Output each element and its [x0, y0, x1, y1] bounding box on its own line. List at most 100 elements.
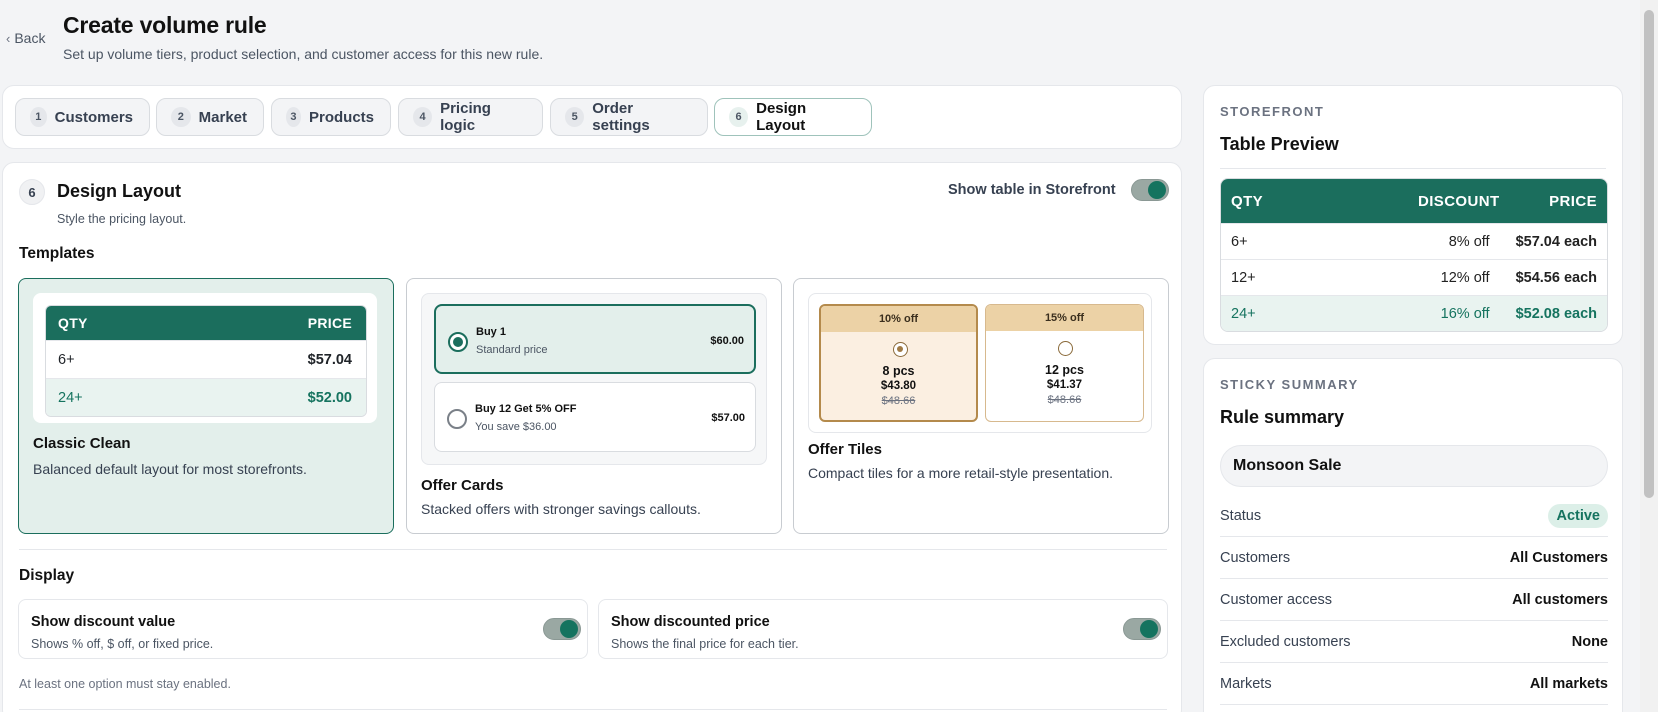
- template-classic-clean[interactable]: QTY PRICE 6+ $57.04 24+ $52.00 Classic C…: [18, 278, 394, 534]
- summary-key: Customer access: [1220, 591, 1333, 608]
- tile-original-price: $48.66: [1047, 394, 1082, 406]
- offer-tile: 15% off 12 pcs $41.37 $48.66: [985, 304, 1144, 422]
- qty-cell: 6+: [58, 351, 75, 368]
- template-description: Stacked offers with stronger savings cal…: [421, 501, 701, 517]
- page-subtitle: Set up volume tiers, product selection, …: [63, 46, 544, 62]
- price-cell: $57.04: [307, 351, 352, 368]
- tile-price: $43.80: [880, 380, 917, 392]
- summary-row-customer-access: Customer access All customers: [1220, 579, 1608, 621]
- scrollbar-thumb[interactable]: [1644, 10, 1654, 498]
- tile-quantity: 12 pcs: [1045, 363, 1084, 377]
- classic-preview: QTY PRICE 6+ $57.04 24+ $52.00: [33, 293, 377, 423]
- tab-number: 2: [171, 107, 191, 127]
- tile-original-price: $48.66: [881, 395, 916, 407]
- tab-number: 1: [30, 107, 47, 127]
- offer-subtitle: You save $36.00: [475, 421, 557, 433]
- qty-cell: 24+: [58, 389, 83, 406]
- summary-row-customers: Customers All Customers: [1220, 537, 1608, 579]
- tab-pricing-logic[interactable]: 4 Pricing logic: [398, 98, 543, 136]
- summary-row-status: Status Active: [1220, 495, 1608, 537]
- tab-customers[interactable]: 1 Customers: [15, 98, 150, 136]
- display-heading: Display: [19, 567, 75, 584]
- back-link[interactable]: ‹ Back: [6, 30, 45, 46]
- offer-price: $60.00: [710, 335, 744, 347]
- page-scrollbar[interactable]: [1640, 0, 1658, 712]
- show-discount-value-option: Show discount value Shows % off, $ off, …: [18, 599, 588, 659]
- template-name: Offer Cards: [421, 477, 504, 494]
- show-discount-value-toggle[interactable]: [543, 618, 581, 640]
- page-header: ‹ Back Create volume rule Set up volume …: [0, 0, 1640, 82]
- option-description: Shows the final price for each tier.: [611, 637, 799, 651]
- summary-kicker: STICKY SUMMARY: [1220, 377, 1359, 392]
- preview-kicker: STOREFRONT: [1220, 104, 1325, 119]
- toggle-knob: [1148, 181, 1166, 199]
- preview-table: QTY DISCOUNT PRICE 6+ 8% off $57.04 each…: [1220, 178, 1608, 332]
- offer-subtitle: Standard price: [476, 344, 548, 356]
- tab-number: 4: [413, 107, 433, 127]
- price-cell: $57.04 each: [1515, 233, 1597, 250]
- qty-cell: 6+: [1231, 233, 1248, 250]
- rule-name: Monsoon Sale: [1220, 445, 1608, 487]
- tab-number: 3: [286, 107, 301, 127]
- qty-cell: 12+: [1231, 269, 1256, 286]
- qty-header: QTY: [58, 315, 88, 331]
- section-subtitle: Style the pricing layout.: [57, 212, 187, 226]
- offer-title: Buy 12 Get 5% OFF: [475, 403, 577, 415]
- tab-label: Products: [308, 108, 374, 126]
- divider: [19, 549, 1167, 550]
- template-name: Offer Tiles: [808, 441, 882, 458]
- offer-cards-preview: Buy 1 Standard price $60.00 Buy 12 Get 5…: [421, 293, 767, 465]
- offer-tile: 10% off 8 pcs $43.80 $48.66: [819, 304, 978, 422]
- template-offer-cards[interactable]: Buy 1 Standard price $60.00 Buy 12 Get 5…: [406, 278, 782, 534]
- templates-heading: Templates: [19, 245, 95, 262]
- storefront-toggle[interactable]: [1131, 179, 1169, 201]
- tab-market[interactable]: 2 Market: [156, 98, 264, 136]
- table-row: 24+ $52.00: [46, 378, 366, 416]
- classic-preview-table: QTY PRICE 6+ $57.04 24+ $52.00: [45, 305, 367, 417]
- back-label: Back: [14, 30, 46, 46]
- qty-cell: 24+: [1231, 305, 1256, 322]
- radio-empty-icon: [447, 409, 467, 429]
- tab-label: Order settings: [592, 100, 650, 134]
- tab-label: Design Layout: [756, 100, 807, 134]
- toggle-knob: [1140, 620, 1158, 638]
- qty-header: QTY: [1231, 192, 1264, 210]
- section-title: Design Layout: [57, 181, 182, 201]
- chevron-left-icon: ‹: [6, 30, 11, 46]
- divider: [1220, 168, 1606, 169]
- page-title: Create volume rule: [63, 12, 267, 38]
- show-discounted-price-toggle[interactable]: [1123, 618, 1161, 640]
- tile-discount-badge: 10% off: [821, 306, 976, 332]
- option-description: Shows % off, $ off, or fixed price.: [31, 637, 214, 651]
- template-description: Compact tiles for a more retail-style pr…: [808, 465, 1114, 481]
- price-cell: $52.08 each: [1515, 305, 1597, 322]
- summary-key: Excluded customers: [1220, 633, 1351, 650]
- summary-value: None: [1571, 633, 1608, 650]
- price-header: PRICE: [1549, 192, 1597, 210]
- discount-cell: 12% off: [1440, 269, 1490, 286]
- tab-products[interactable]: 3 Products: [271, 98, 391, 136]
- preview-table-header: QTY DISCOUNT PRICE: [1221, 179, 1607, 223]
- tab-number: 5: [565, 107, 585, 127]
- tile-quantity: 8 pcs: [882, 364, 915, 378]
- template-offer-tiles[interactable]: 10% off 8 pcs $43.80 $48.66 15% off 12 p…: [793, 278, 1169, 534]
- tab-order-settings[interactable]: 5 Order settings: [550, 98, 708, 136]
- tab-design-layout[interactable]: 6 Design Layout: [714, 98, 872, 136]
- option-title: Show discount value: [31, 614, 176, 630]
- price-header: PRICE: [307, 315, 352, 331]
- tab-number: 6: [729, 107, 749, 127]
- preview-title: Table Preview: [1220, 134, 1339, 154]
- tile-price: $41.37: [1046, 379, 1083, 391]
- step-number-badge: 6: [19, 179, 45, 205]
- divider: [19, 709, 1167, 710]
- storefront-preview-card: STOREFRONT Table Preview QTY DISCOUNT PR…: [1203, 85, 1623, 345]
- offer-tiles-preview: 10% off 8 pcs $43.80 $48.66 15% off 12 p…: [808, 293, 1152, 433]
- show-discounted-price-option: Show discounted price Shows the final pr…: [598, 599, 1168, 659]
- discount-cell: 16% off: [1440, 305, 1490, 322]
- step-tabs: 1 Customers 2 Market 3 Products 4 Pricin…: [2, 85, 1182, 149]
- tab-label: Customers: [54, 108, 133, 126]
- option-title: Show discounted price: [611, 614, 770, 630]
- summary-value: All customers: [1512, 591, 1608, 608]
- rule-summary-card: STICKY SUMMARY Rule summary Monsoon Sale…: [1203, 358, 1623, 712]
- summary-value: All Customers: [1509, 549, 1608, 566]
